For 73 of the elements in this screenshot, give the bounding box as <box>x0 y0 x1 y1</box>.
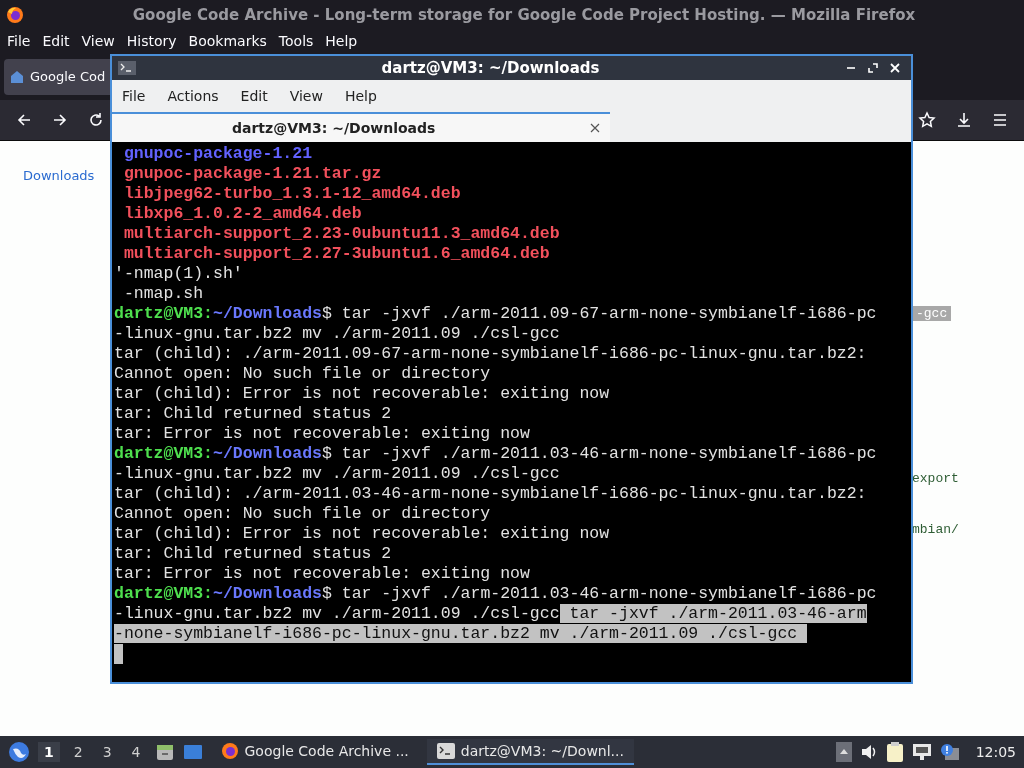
terminal-line: Cannot open: No such file or directory <box>114 364 492 384</box>
terminal-line: dartz@VM3:~/Downloads$ tar -jxvf ./arm-2011.03-46-arm-none-symbianelf-i686-pc <box>114 444 878 464</box>
window-title: dartz@VM3: ~/Downloads <box>380 59 601 77</box>
terminal-line: tar (child): Error is not recoverable: exiting now <box>114 384 611 404</box>
network-icon[interactable] <box>911 743 932 761</box>
terminal-line: libxp6_1.0.2-2_amd64.deb <box>122 204 363 224</box>
favicon-icon <box>10 69 24 84</box>
page-text: -gcc <box>912 306 952 321</box>
terminal-line: -linux-gnu.tar.bz2 mv ./arm-2011.09 ./csl-gcc <box>114 464 561 484</box>
menu-item[interactable]: View <box>81 33 115 49</box>
terminal-line: tar: Child returned status 2 <box>114 544 393 564</box>
terminal-icon <box>436 743 455 759</box>
terminal-line: multiarch-support_2.23-0ubuntu11.3_amd64.deb <box>122 224 561 244</box>
workspace-button[interactable]: 4 <box>125 742 147 762</box>
menu-item[interactable]: Edit <box>42 33 70 49</box>
forward-icon[interactable] <box>52 112 68 128</box>
reload-icon[interactable] <box>88 112 104 128</box>
notification-icon[interactable] <box>939 743 960 761</box>
terminal-line: tar (child): ./arm-2011.09-67-arm-none-symbianelf-i686-pc-linux-gnu.tar.bz2: <box>114 344 868 364</box>
window-title: Google Code Archive - Long-term storage for Google Code Project Hosting. — Mozilla Firefox <box>131 5 917 24</box>
menu-item[interactable]: File <box>122 88 146 104</box>
terminal-line: -linux-gnu.tar.bz2 mv ./arm-2011.09 ./csl-gcc <box>114 324 561 344</box>
taskbar-task[interactable]: Google Code Archive ... <box>210 738 419 766</box>
workspace-button[interactable]: 2 <box>67 742 89 762</box>
clock: 12:05 <box>975 744 1016 760</box>
terminal-line: tar (child): ./arm-2011.03-46-arm-none-symbianelf-i686-pc-linux-gnu.tar.bz2: <box>114 484 868 504</box>
terminal-line: dartz@VM3:~/Downloads$ tar -jxvf ./arm-2011.03-46-arm-none-symbianelf-i686-pc <box>114 584 878 604</box>
taskbar-task[interactable]: dartz@VM3: ~/Downl... <box>426 739 634 765</box>
firefox-logo-icon <box>6 5 24 24</box>
terminal-line: tar (child): Error is not recoverable: exiting now <box>114 524 611 544</box>
close-icon[interactable] <box>590 123 600 133</box>
workspace-button[interactable]: 1 <box>38 742 60 762</box>
page-text: mbian/ <box>912 522 959 537</box>
terminal-line: -linux-gnu.tar.bz2 mv ./arm-2011.09 ./csl-gcc tar -jxvf ./arm-2011.03-46-arm <box>114 604 868 624</box>
tray-expand-icon[interactable] <box>835 742 852 762</box>
terminal-icon <box>118 61 136 75</box>
workspace-button[interactable]: 3 <box>96 742 118 762</box>
firefox-logo-icon <box>220 742 239 760</box>
menu-item[interactable]: File <box>7 33 31 49</box>
back-icon[interactable] <box>16 112 32 128</box>
star-icon[interactable] <box>918 111 936 129</box>
terminal-tab[interactable]: dartz@VM3: ~/Downloads <box>112 112 610 142</box>
terminal-line: gnupoc-package-1.21 <box>122 144 314 164</box>
menu-item[interactable]: Actions <box>167 88 219 104</box>
terminal-line: tar: Error is not recoverable: exiting now <box>114 564 531 584</box>
start-menu-icon[interactable] <box>8 741 30 763</box>
menu-item[interactable]: History <box>126 33 177 49</box>
maximize-icon[interactable] <box>867 62 879 74</box>
page-text: export <box>912 471 959 486</box>
terminal-line: multiarch-support_2.27-3ubuntu1.6_amd64.deb <box>122 244 551 264</box>
terminal-line: gnupoc-package-1.21.tar.gz <box>122 164 383 184</box>
desktop-icon[interactable] <box>182 742 203 762</box>
terminal-line: dartz@VM3:~/Downloads$ tar -jxvf ./arm-2011.09-67-arm-none-symbianelf-i686-pc <box>114 304 878 324</box>
clipboard-icon[interactable] <box>885 741 904 763</box>
downloads-link[interactable]: Downloads <box>23 168 95 183</box>
menu-item[interactable]: Tools <box>278 33 314 49</box>
menu-item[interactable]: View <box>289 88 323 104</box>
terminal-line: tar: Child returned status 2 <box>114 404 393 424</box>
file-manager-icon[interactable] <box>154 742 175 762</box>
menu-item[interactable]: Help <box>344 88 377 104</box>
menu-icon[interactable] <box>992 112 1008 128</box>
menu-item[interactable]: Edit <box>240 88 268 104</box>
browser-tab[interactable]: Google Cod <box>4 58 110 95</box>
terminal-line: '-nmap(1).sh' <box>114 264 244 284</box>
terminal-line: libjpeg62-turbo_1.3.1-12_amd64.deb <box>122 184 462 204</box>
volume-icon[interactable] <box>859 743 878 761</box>
download-icon[interactable] <box>956 112 972 128</box>
terminal-line: Cannot open: No such file or directory <box>114 504 492 524</box>
terminal-line: tar: Error is not recoverable: exiting now <box>114 424 531 444</box>
cursor <box>114 644 123 664</box>
menu-item[interactable]: Bookmarks <box>188 33 267 49</box>
terminal-line: -nmap.sh <box>122 284 205 304</box>
menu-item[interactable]: Help <box>325 33 358 49</box>
